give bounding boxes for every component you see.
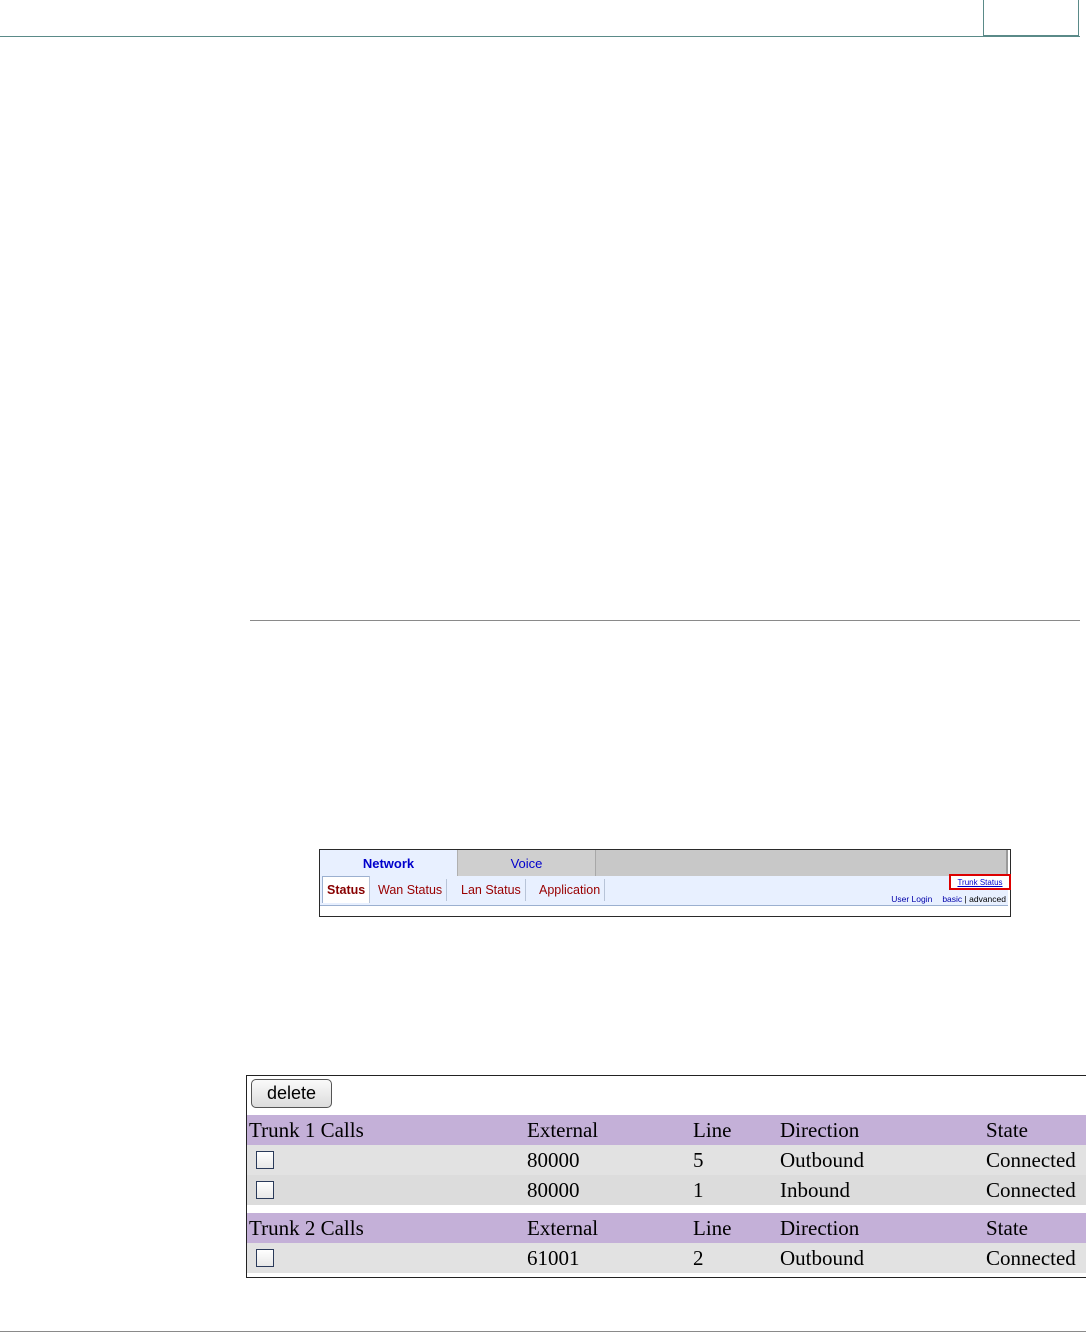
column-direction: Direction <box>780 1216 860 1240</box>
cell-direction: Outbound <box>780 1148 864 1172</box>
tab-network[interactable]: Network <box>320 850 458 876</box>
user-login-link[interactable]: User Login <box>891 894 932 904</box>
cell-state: Connected <box>986 1178 1076 1202</box>
delete-button[interactable]: delete <box>251 1079 332 1108</box>
link-separator: | <box>964 894 967 904</box>
column-state: State <box>986 1216 1028 1240</box>
column-line: Line <box>693 1118 732 1142</box>
tab-voice[interactable]: Voice <box>458 850 596 876</box>
trunk-1-title: Trunk 1 Calls <box>249 1118 364 1142</box>
subtab-application[interactable]: Application <box>535 879 606 901</box>
trunk-calls-screenshot: delete Trunk 1 Calls External Line Direc… <box>246 1075 1086 1278</box>
trunk-2-title: Trunk 2 Calls <box>249 1216 364 1240</box>
table-row: 80000 5 Outbound Connected <box>247 1145 1086 1175</box>
trunk-2-header-row: Trunk 2 Calls External Line Direction St… <box>247 1213 1086 1243</box>
column-external: External <box>527 1216 599 1240</box>
row-checkbox[interactable] <box>256 1151 274 1169</box>
cell-line: 1 <box>693 1178 704 1202</box>
subtab-status[interactable]: Status <box>322 876 371 903</box>
footer-rule <box>0 1331 1086 1332</box>
trunk-1-header-row: Trunk 1 Calls External Line Direction St… <box>247 1115 1086 1145</box>
cell-state: Connected <box>986 1246 1076 1270</box>
section-divider <box>250 620 1080 621</box>
column-line: Line <box>693 1216 732 1240</box>
main-tabs: Network Voice <box>320 850 1008 877</box>
page-number-tab <box>983 0 1079 36</box>
column-direction: Direction <box>780 1118 860 1142</box>
trunk-status-link[interactable]: Trunk Status <box>949 874 1011 890</box>
cell-state: Connected <box>986 1148 1076 1172</box>
admin-nav-screenshot: Network Voice Status Wan Status Lan Stat… <box>319 849 1011 917</box>
basic-link[interactable]: basic <box>942 894 962 904</box>
table-row: 61001 2 Outbound Connected <box>247 1243 1086 1273</box>
cell-line: 5 <box>693 1148 704 1172</box>
tab-bar-filler <box>596 850 1008 876</box>
subtab-lan-status[interactable]: Lan Status <box>457 879 526 901</box>
column-external: External <box>527 1118 599 1142</box>
row-checkbox[interactable] <box>256 1181 274 1199</box>
cell-external: 80000 <box>527 1178 580 1202</box>
cell-external: 61001 <box>527 1246 580 1270</box>
table-row: 80000 1 Inbound Connected <box>247 1175 1086 1205</box>
utility-links: User Login basic | advanced <box>891 894 1006 904</box>
row-checkbox[interactable] <box>256 1249 274 1267</box>
header-rule <box>0 36 1080 37</box>
column-state: State <box>986 1118 1028 1142</box>
advanced-link[interactable]: advanced <box>969 894 1006 904</box>
cell-external: 80000 <box>527 1148 580 1172</box>
cell-line: 2 <box>693 1246 704 1270</box>
subtab-wan-status[interactable]: Wan Status <box>374 879 448 901</box>
cell-direction: Outbound <box>780 1246 864 1270</box>
cell-direction: Inbound <box>780 1178 850 1202</box>
